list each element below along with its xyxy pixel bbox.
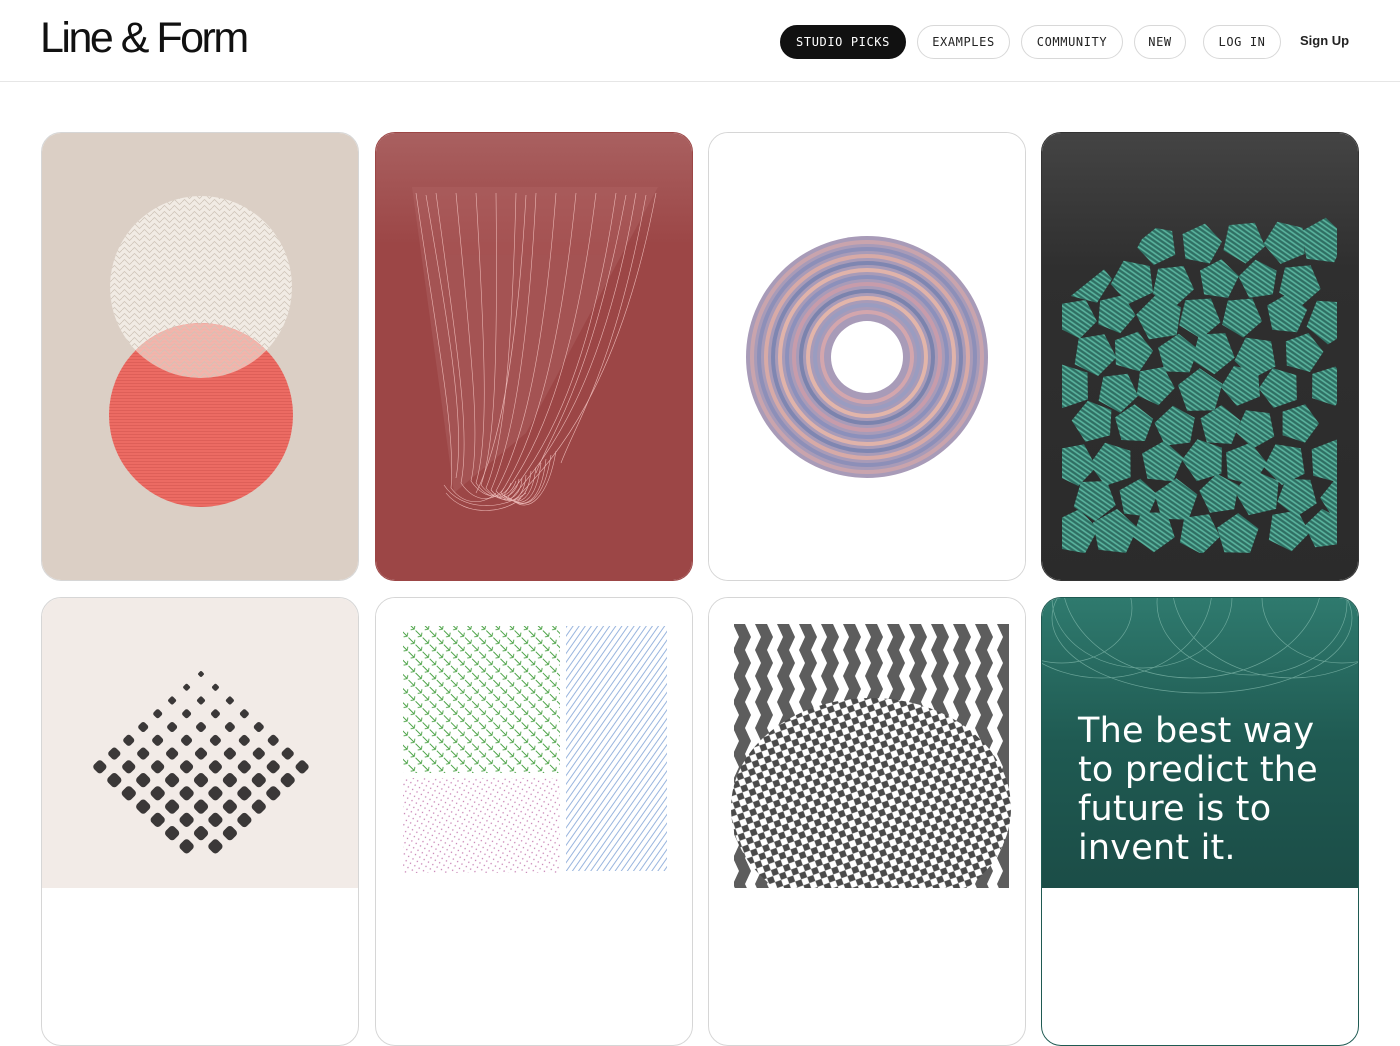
torus-artwork — [709, 133, 1025, 580]
gallery-card-quote[interactable]: The best way to predict the future is to… — [1041, 597, 1359, 1046]
gallery-card-torus[interactable] — [708, 132, 1026, 581]
nav-studio-picks[interactable]: STUDIO PICKS — [780, 25, 906, 59]
gallery-card-pentagons[interactable] — [1041, 132, 1359, 581]
nav-examples[interactable]: EXAMPLES — [917, 25, 1010, 59]
signup-link[interactable]: Sign Up — [1300, 31, 1349, 51]
panels-artwork — [376, 598, 692, 888]
login-button[interactable]: LOG IN — [1203, 25, 1281, 59]
gallery-card-drape[interactable] — [375, 132, 693, 581]
drape-artwork — [376, 133, 692, 580]
nav-new[interactable]: NEW — [1134, 25, 1186, 59]
quote-text: The best way to predict the future is to… — [1078, 711, 1318, 868]
pentagons-artwork — [1042, 133, 1358, 580]
gallery-card-circles[interactable] — [41, 132, 359, 581]
site-logo[interactable]: Line & Form — [40, 14, 249, 62]
nav-community[interactable]: COMMUNITY — [1021, 25, 1123, 59]
gallery-card-chevron[interactable] — [708, 597, 1026, 1046]
diamond-artwork — [42, 598, 358, 888]
gallery-card-diamond[interactable] — [41, 597, 359, 1046]
circles-artwork — [42, 133, 358, 580]
gallery-card-panels[interactable] — [375, 597, 693, 1046]
chevron-artwork — [709, 598, 1025, 888]
top-bar: Line & Form STUDIO PICKS EXAMPLES COMMUN… — [0, 0, 1400, 82]
